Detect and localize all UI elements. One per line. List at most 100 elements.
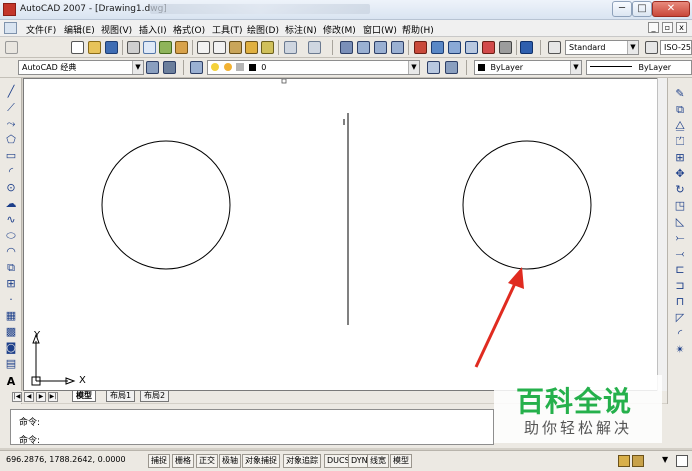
workspace-settings-icon[interactable] [146, 61, 159, 74]
table-icon[interactable]: ▤ [5, 358, 17, 370]
clean-screen-icon[interactable] [676, 455, 688, 467]
copy-object-icon[interactable]: ⧉ [674, 104, 686, 116]
model-toggle[interactable]: 模型 [390, 454, 412, 468]
menu-window[interactable]: 窗口(W) [363, 23, 397, 36]
polar-toggle[interactable]: 极轴 [219, 454, 241, 468]
rectangle-icon[interactable]: ▭ [5, 150, 17, 162]
print-icon[interactable] [127, 41, 140, 54]
drawing-area[interactable]: Y X [23, 78, 667, 391]
move-icon[interactable]: ✥ [674, 168, 686, 180]
minimize-button[interactable]: ─ [612, 1, 632, 17]
polygon-icon[interactable]: ⬠ [5, 134, 17, 146]
layer-previous-icon[interactable] [445, 61, 458, 74]
3d-dwf-icon[interactable] [175, 41, 188, 54]
fillet-icon[interactable]: ◜ [674, 328, 686, 340]
autocad-app-icon[interactable] [3, 3, 16, 16]
scale-icon[interactable]: ◳ [674, 200, 686, 212]
extend-icon[interactable]: ⤙ [674, 248, 686, 260]
trim-icon[interactable]: ⤚ [674, 232, 686, 244]
workspace-select[interactable]: AutoCAD 经典 ▼ [18, 60, 144, 75]
lineweight-toggle[interactable]: 线宽 [367, 454, 389, 468]
menu-view[interactable]: 视图(V) [101, 23, 132, 36]
menu-dimension[interactable]: 标注(N) [285, 23, 317, 36]
menu-insert[interactable]: 插入(I) [139, 23, 167, 36]
tab-model[interactable]: 模型 [72, 391, 96, 402]
zoom-realtime-icon[interactable] [357, 41, 370, 54]
rotate-icon[interactable]: ↻ [674, 184, 686, 196]
copy-icon[interactable] [213, 41, 226, 54]
zoom-window-icon[interactable] [374, 41, 387, 54]
mirror-icon[interactable]: ⧋ [674, 120, 686, 132]
text-style-icon[interactable] [548, 41, 561, 54]
snap-toggle[interactable]: 捕捉 [148, 454, 170, 468]
break-at-point-icon[interactable]: ⊏ [674, 264, 686, 276]
close-button[interactable]: ✕ [652, 1, 690, 17]
help-icon[interactable] [520, 41, 533, 54]
publish-icon[interactable] [159, 41, 172, 54]
polyline-icon[interactable]: ⤳ [5, 118, 17, 130]
text-style-select[interactable]: Standard ▼ [565, 40, 639, 55]
status-menu-chevron-icon[interactable]: ▼ [662, 455, 668, 464]
save-icon[interactable] [105, 41, 118, 54]
join-icon[interactable]: ⊓ [674, 296, 686, 308]
grid-toggle[interactable]: 栅格 [172, 454, 194, 468]
markup-icon[interactable] [482, 41, 495, 54]
color-select[interactable]: ByLayer ▼ [474, 60, 582, 75]
arc-icon[interactable]: ◜ [5, 166, 17, 178]
revision-cloud-icon[interactable]: ☁ [5, 198, 17, 210]
hatch-icon[interactable]: ▦ [5, 310, 17, 322]
menu-help[interactable]: 帮助(H) [402, 23, 434, 36]
construction-line-icon[interactable]: ⟋ [5, 102, 17, 114]
left-circle[interactable] [101, 140, 231, 270]
ellipse-arc-icon[interactable]: ◠ [5, 246, 17, 258]
dimension-style-select[interactable]: ISO-25 [660, 40, 692, 55]
cut-icon[interactable] [197, 41, 210, 54]
make-block-icon[interactable]: ⊞ [5, 278, 17, 290]
menu-tools[interactable]: 工具(T) [212, 23, 243, 36]
explode-icon[interactable]: ✴ [674, 344, 686, 356]
menu-modify[interactable]: 修改(M) [323, 23, 356, 36]
array-icon[interactable]: ⊞ [674, 152, 686, 164]
break-icon[interactable]: ⊐ [674, 280, 686, 292]
sheet-set-icon[interactable] [465, 41, 478, 54]
stretch-icon[interactable]: ◺ [674, 216, 686, 228]
layer-select[interactable]: 0 ▼ [207, 60, 420, 75]
point-icon[interactable]: · [5, 294, 17, 306]
dimension-style-icon[interactable] [645, 41, 658, 54]
ellipse-icon[interactable]: ⬭ [5, 230, 17, 242]
circle-icon[interactable]: ⊙ [5, 182, 17, 194]
workspace-save-icon[interactable] [163, 61, 176, 74]
osnap-toggle[interactable]: 对象捕捉 [242, 454, 280, 468]
communication-center-icon[interactable] [618, 455, 630, 467]
multiline-text-icon[interactable]: A [5, 376, 17, 388]
chamfer-icon[interactable]: ◸ [674, 312, 686, 324]
lock-toolbar-icon[interactable] [632, 455, 644, 467]
right-circle[interactable] [462, 140, 592, 270]
first-tab-button[interactable]: |◀ [12, 392, 22, 402]
gradient-icon[interactable]: ▩ [5, 326, 17, 338]
region-icon[interactable]: ◙ [5, 342, 17, 354]
maximize-button[interactable]: □ [632, 1, 652, 17]
undo-icon[interactable] [284, 41, 297, 54]
calculator-icon[interactable] [499, 41, 512, 54]
paste-icon[interactable] [229, 41, 242, 54]
menu-file[interactable]: 文件(F) [26, 23, 56, 36]
new-file-icon[interactable] [71, 41, 84, 54]
match-properties-icon[interactable] [245, 41, 258, 54]
document-icon[interactable] [4, 22, 17, 34]
insert-block-icon[interactable]: ⧉ [5, 262, 17, 274]
layer-manager-icon[interactable] [190, 61, 203, 74]
doc-close-button[interactable]: x [676, 22, 687, 33]
next-tab-button[interactable]: ▶ [36, 392, 46, 402]
prev-tab-button[interactable]: ◀ [24, 392, 34, 402]
menu-edit[interactable]: 编辑(E) [64, 23, 95, 36]
erase-icon[interactable]: ✎ [674, 88, 686, 100]
menu-draw[interactable]: 绘图(D) [247, 23, 279, 36]
doc-minimize-button[interactable]: _ [648, 22, 659, 33]
linetype-select[interactable]: ByLayer [586, 60, 692, 75]
coordinate-readout[interactable]: 696.2876, 1788.2642, 0.0000 [6, 455, 126, 464]
menu-format[interactable]: 格式(O) [173, 23, 205, 36]
print-preview-icon[interactable] [143, 41, 156, 54]
doc-restore-button[interactable]: ▫ [662, 22, 673, 33]
redo-icon[interactable] [308, 41, 321, 54]
